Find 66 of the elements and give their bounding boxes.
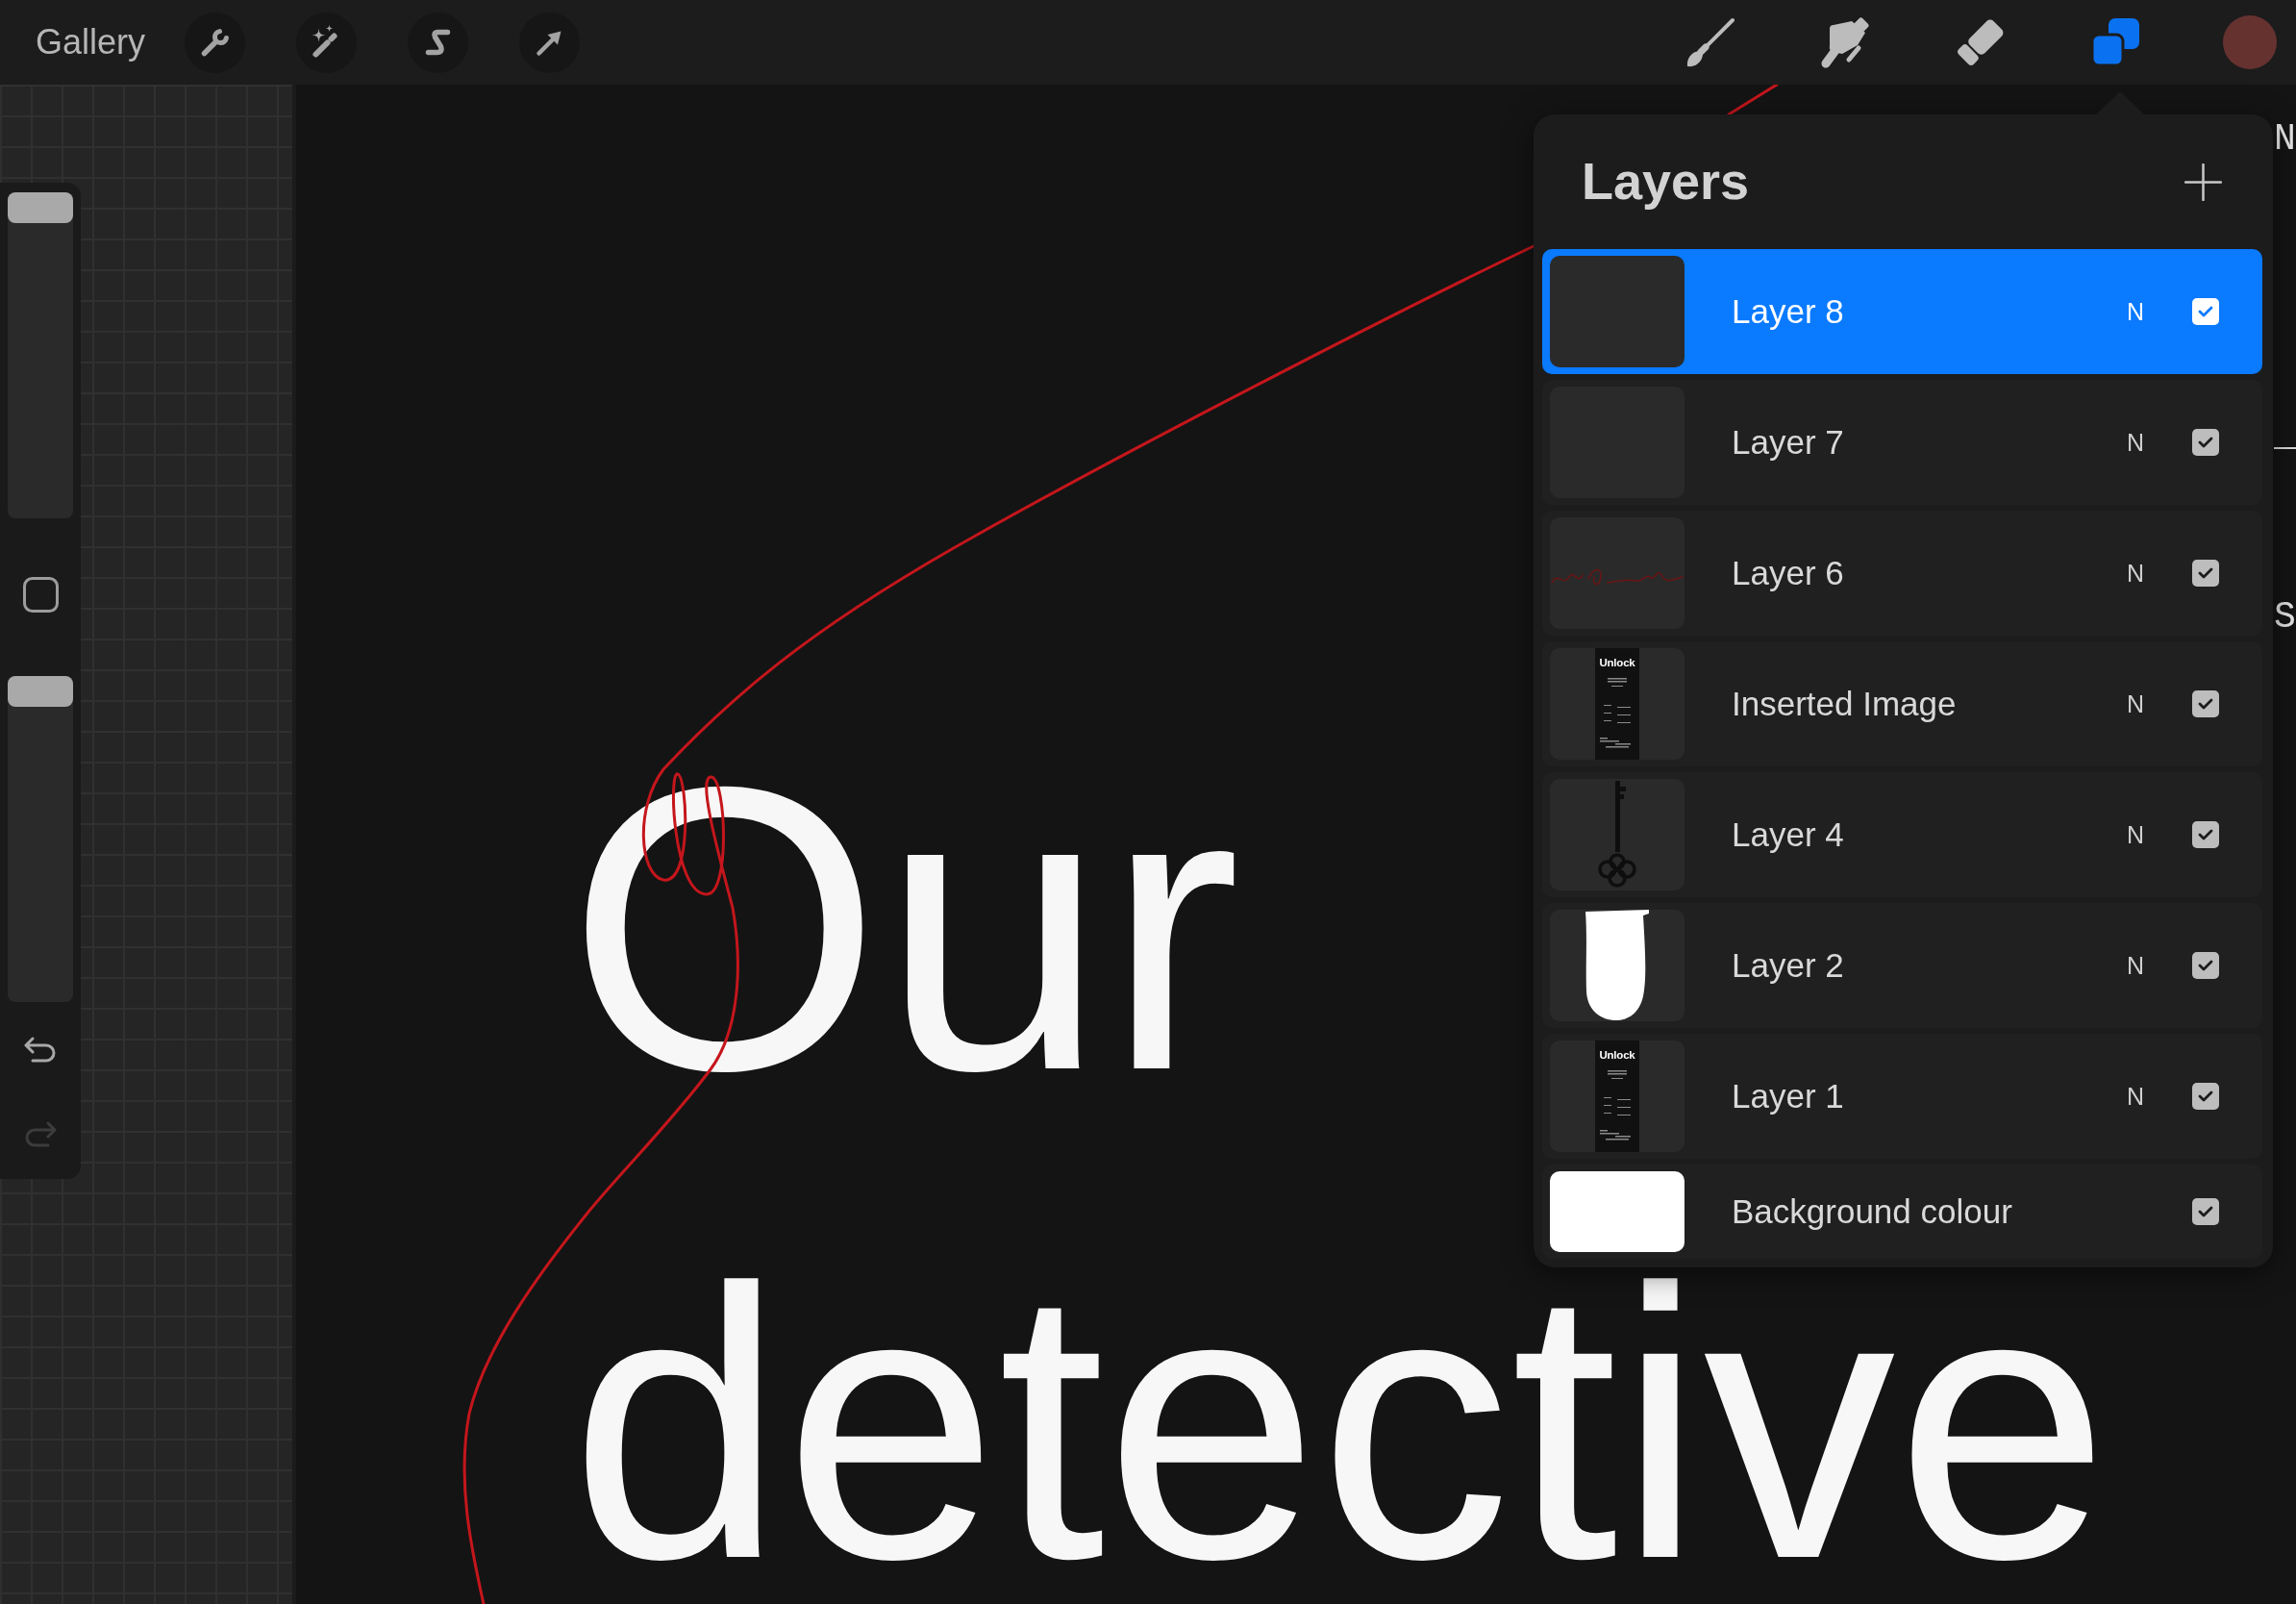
panel-title: Layers — [1582, 153, 1751, 211]
layer-name: Layer 1 — [1732, 1077, 1844, 1115]
layer-thumbnail[interactable] — [1550, 779, 1685, 890]
visibility-checkbox[interactable] — [2192, 1198, 2219, 1225]
layer-row[interactable]: Background colour — [1542, 1165, 2262, 1259]
visibility-checkbox[interactable] — [2192, 298, 2219, 325]
thumbnail-title: Unlock — [1599, 1049, 1635, 1062]
layer-thumbnail[interactable] — [1550, 517, 1685, 629]
check-icon — [2198, 1206, 2213, 1217]
pen-stroke — [1727, 85, 1779, 116]
s-curve-icon[interactable] — [408, 12, 469, 73]
layer-thumbnail[interactable] — [1550, 910, 1685, 1021]
layer-row[interactable]: Layer 2 N — [1542, 903, 2262, 1028]
canvas-text: S — [2274, 599, 2296, 636]
check-icon — [2198, 306, 2213, 317]
blend-mode-button[interactable]: N — [2126, 1082, 2145, 1111]
blend-mode-button[interactable]: N — [2126, 951, 2145, 980]
check-icon — [2198, 1090, 2213, 1102]
check-icon — [2198, 567, 2213, 579]
check-icon — [2198, 698, 2213, 710]
check-icon — [2198, 829, 2213, 840]
check-icon — [2198, 437, 2213, 448]
blend-mode-button[interactable]: N — [2126, 689, 2145, 718]
magic-wand-icon[interactable] — [296, 12, 358, 73]
line-mark — [2274, 447, 2296, 449]
undo-icon[interactable] — [23, 1037, 58, 1064]
layer-row[interactable]: Layer 8 N — [1542, 249, 2262, 374]
layer-name: Layer 7 — [1732, 423, 1844, 461]
layer-thumbnail[interactable] — [1550, 1171, 1685, 1252]
layer-thumbnail[interactable]: Unlock — [1550, 648, 1685, 760]
thumbnail-title: Unlock — [1599, 657, 1635, 669]
layer-row[interactable]: Unlock Inserted Image N — [1542, 641, 2262, 766]
layer-name: Layer 8 — [1732, 292, 1844, 330]
color-swatch-icon[interactable] — [2223, 15, 2277, 69]
visibility-checkbox[interactable] — [2192, 690, 2219, 717]
visibility-checkbox[interactable] — [2192, 1083, 2219, 1110]
layer-thumbnail[interactable] — [1550, 256, 1685, 367]
canvas-text: detective — [570, 1270, 2109, 1578]
layer-name: Layer 2 — [1732, 946, 1844, 984]
visibility-checkbox[interactable] — [2192, 560, 2219, 587]
wrench-icon[interactable] — [185, 12, 246, 73]
visibility-checkbox[interactable] — [2192, 821, 2219, 848]
slider-thumb[interactable] — [8, 192, 73, 223]
visibility-checkbox[interactable] — [2192, 429, 2219, 456]
add-icon[interactable] — [2184, 163, 2222, 201]
layer-name: Layer 4 — [1732, 815, 1844, 853]
layer-row[interactable]: Layer 7 N — [1542, 380, 2262, 505]
gallery-button[interactable]: Gallery — [36, 23, 146, 62]
check-icon — [2198, 960, 2213, 971]
slider-track[interactable] — [8, 192, 73, 518]
blend-mode-button[interactable]: N — [2126, 297, 2145, 326]
layer-row[interactable]: Layer 4 N — [1542, 772, 2262, 897]
layer-thumbnail[interactable]: Unlock — [1550, 1040, 1685, 1152]
layer-name: Layer 6 — [1732, 554, 1844, 591]
blend-mode-button[interactable]: N — [2126, 820, 2145, 849]
blend-mode-button[interactable]: N — [2126, 559, 2145, 588]
visibility-checkbox[interactable] — [2192, 952, 2219, 979]
layer-row[interactable]: Layer 6 N — [1542, 511, 2262, 636]
blend-mode-button[interactable]: N — [2126, 428, 2145, 457]
layer-name: Inserted Image — [1732, 685, 1957, 722]
slider-track[interactable] — [8, 676, 73, 1002]
layer-name: Background colour — [1732, 1192, 2012, 1230]
layer-row[interactable]: Unlock Layer 1 N — [1542, 1034, 2262, 1159]
slider-thumb[interactable] — [8, 676, 73, 707]
canvas-text: N — [2274, 121, 2296, 158]
square-icon[interactable] — [22, 577, 59, 613]
